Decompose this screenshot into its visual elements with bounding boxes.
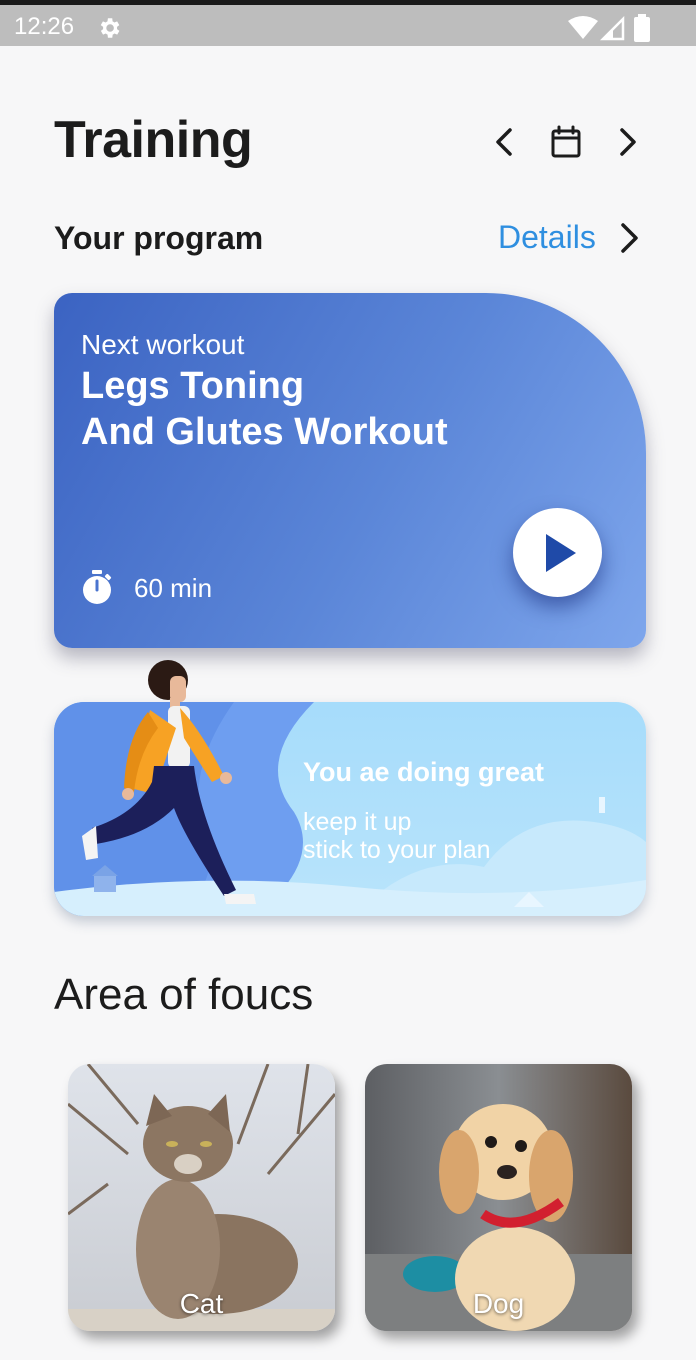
focus-label-cat: Cat: [179, 1288, 224, 1319]
workout-duration: 60 min: [134, 573, 213, 603]
section-title-program: Your program: [54, 220, 264, 256]
focus-label-dog: Dog: [472, 1288, 525, 1319]
play-button[interactable]: [513, 508, 602, 597]
motivation-line-2: stick to your plan: [303, 836, 491, 864]
stopwatch-icon: [83, 570, 112, 604]
chevron-right-icon[interactable]: [612, 219, 646, 257]
workout-title: Legs Toning And Glutes Workout: [81, 363, 448, 455]
status-bar: 12:26: [0, 0, 696, 46]
battery-icon: [634, 14, 650, 42]
status-time: 12:26: [14, 13, 75, 40]
motivation-title: You ae doing great: [303, 757, 545, 787]
chevron-left-icon[interactable]: [484, 122, 524, 162]
focus-card-dog[interactable]: Dog: [365, 1064, 632, 1331]
calendar-icon[interactable]: [546, 122, 586, 162]
next-workout-card[interactable]: Next workout Legs Toning And Glutes Work…: [54, 293, 646, 648]
section-title-focus: Area of foucs: [54, 970, 314, 1019]
workout-title-line-1: Legs Toning: [81, 365, 305, 407]
wifi-icon: [568, 16, 598, 39]
motivation-line-1: keep it up: [303, 808, 412, 836]
workout-kicker: Next workout: [81, 329, 245, 360]
play-icon: [546, 534, 576, 572]
chevron-right-icon[interactable]: [608, 122, 648, 162]
focus-card-cat[interactable]: Cat: [68, 1064, 335, 1331]
workout-title-line-2: And Glutes Workout: [81, 411, 448, 453]
signal-icon: [600, 15, 625, 41]
running-person-illustration: [82, 660, 256, 904]
page-title: Training: [54, 111, 253, 169]
details-link[interactable]: Details: [498, 219, 596, 256]
gear-icon: [100, 18, 120, 38]
